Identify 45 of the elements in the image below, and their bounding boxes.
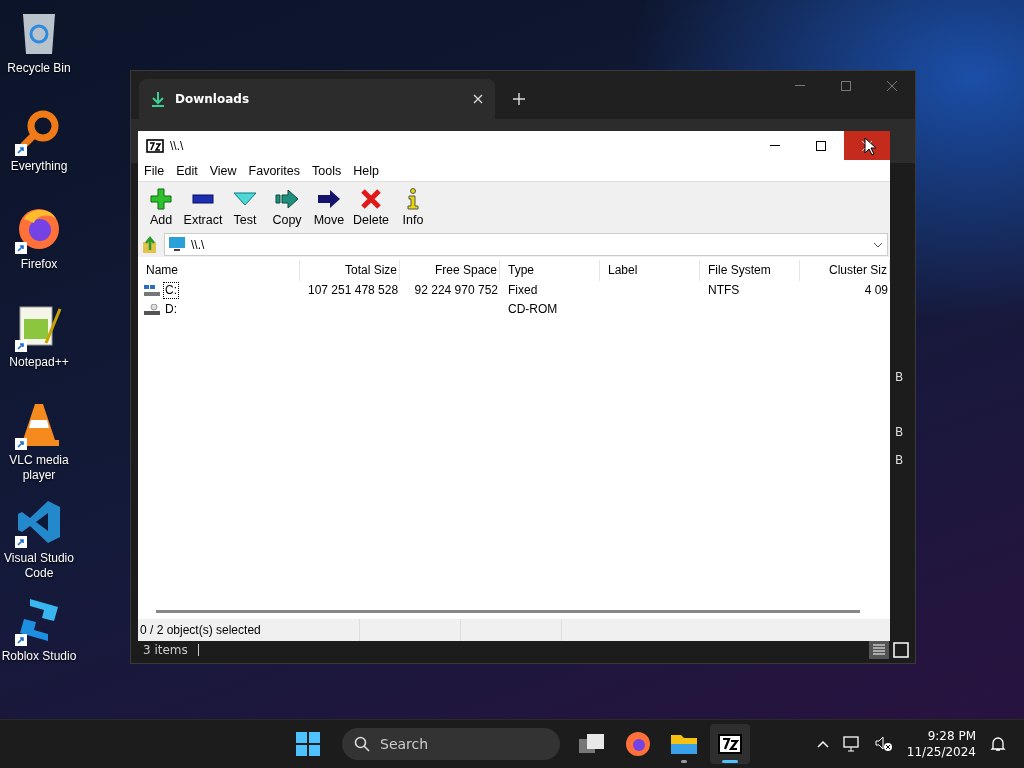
address-field[interactable]: \\.\ [164, 233, 888, 256]
column-header[interactable]: Total Size [300, 260, 400, 281]
desktop-icon-label[interactable]: VLC media player [0, 453, 78, 483]
desktop-icon-label[interactable]: Visual Studio Code [0, 551, 78, 581]
status-text: 0 / 2 object(s) selected [140, 623, 261, 637]
toolbar-button[interactable]: Copy [266, 183, 308, 231]
column-header[interactable]: Label [600, 260, 700, 281]
file-size-text: B [895, 453, 905, 469]
search-field[interactable]: Search [342, 728, 560, 760]
table-cell-text: 92 224 970 752 [413, 282, 499, 299]
menu-item[interactable]: File [138, 163, 171, 178]
table-cell: C: [163, 282, 179, 299]
window-title: \\.\ [170, 138, 184, 153]
table-cell-text: 4 09 [863, 282, 889, 299]
desktop-icon-label[interactable]: Recycle Bin [7, 61, 71, 76]
menu-item[interactable]: Help [347, 163, 385, 178]
toolbar-button[interactable]: Add [140, 183, 182, 231]
column-header[interactable]: Free Space [400, 260, 500, 281]
toolbar-button[interactable]: Test [224, 183, 266, 231]
table-cell-text: CD-ROM [507, 301, 559, 318]
desktop-icon-label[interactable]: Everything [10, 159, 68, 174]
menu-item[interactable]: Edit [170, 163, 204, 178]
clock[interactable]: 9:28 PM 11/25/2024 [906, 728, 976, 760]
file-size-text: B [895, 425, 905, 441]
column-header[interactable]: File System [700, 260, 800, 281]
table-cell-text: NTFS [707, 282, 741, 299]
toolbar-button[interactable]: Delete [350, 183, 392, 231]
item-count: 3 items [143, 643, 188, 657]
desktop-icon-label[interactable]: Roblox Studio [1, 649, 77, 664]
toolbar-button[interactable]: Move [308, 183, 350, 231]
table-cell-text: D: [164, 301, 178, 318]
column-header[interactable]: Cluster Siz [800, 260, 890, 281]
table-cell-text: Fixed [507, 282, 539, 299]
toolbar-button[interactable]: Info [392, 183, 434, 231]
table-cell-text: 107 251 478 528 [307, 282, 400, 299]
column-header[interactable]: Name [138, 260, 300, 281]
toolbar-button[interactable]: Extract [182, 183, 224, 231]
file-size-text: B [895, 370, 905, 386]
folder-tab[interactable]: Downloads [139, 79, 495, 119]
menu-item[interactable]: Tools [306, 163, 348, 178]
desktop-icon-label[interactable]: Notepad++ [9, 355, 69, 370]
column-header[interactable]: Type [500, 260, 600, 281]
desktop-icon-label[interactable]: Firefox [20, 257, 58, 272]
menu-item[interactable]: Favorites [242, 163, 306, 178]
menu-item[interactable]: View [203, 163, 243, 178]
